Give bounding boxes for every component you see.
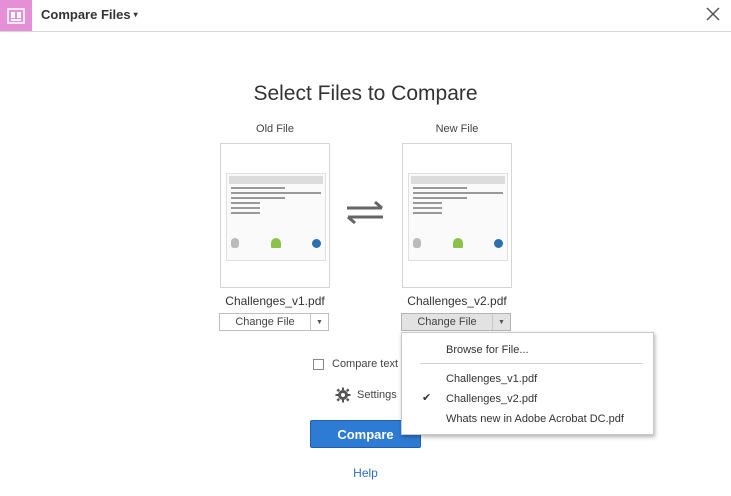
swap-arrows-icon[interactable] [344, 200, 386, 224]
old-change-file-dropdown-icon[interactable]: ▼ [310, 314, 328, 330]
old-file-panel: Old File Challenges_v1.pdf [215, 123, 335, 308]
new-file-panel: New File Challenges_v2.pdf [397, 123, 517, 308]
change-file-dropdown-menu: Browse for File... Challenges_v1.pdf ✔ C… [401, 332, 654, 435]
page-preview [226, 173, 326, 261]
title-bar: Compare Files ▾ [0, 0, 731, 32]
android-logo-icon [270, 238, 281, 248]
new-change-file-split-button: Change File ▼ [401, 313, 511, 331]
platform-logos [231, 234, 321, 252]
compare-icon [7, 7, 25, 24]
gear-icon [335, 387, 351, 403]
checkmark-icon: ✔ [422, 392, 432, 404]
old-file-name: Challenges_v1.pdf [225, 294, 325, 308]
compare-text-option: Compare text o [313, 358, 407, 370]
windows-phone-logo-icon [494, 238, 503, 248]
new-change-file-button[interactable]: Change File [402, 314, 492, 330]
menu-item-challenges-v1[interactable]: Challenges_v1.pdf [446, 373, 537, 385]
windows-phone-logo-icon [312, 238, 321, 248]
android-logo-icon [452, 238, 463, 248]
apple-logo-icon [231, 238, 239, 248]
settings-label: Settings [357, 389, 397, 401]
compare-text-checkbox[interactable] [313, 358, 324, 370]
old-file-label: Old File [256, 123, 294, 135]
apple-logo-icon [413, 238, 421, 248]
browse-for-file-menu-item[interactable]: Browse for File... [446, 344, 529, 356]
old-file-thumbnail[interactable] [220, 143, 330, 288]
new-file-name: Challenges_v2.pdf [407, 294, 507, 308]
platform-logos [413, 234, 503, 252]
settings-button[interactable]: Settings [335, 387, 397, 403]
new-change-file-dropdown-icon[interactable]: ▼ [492, 314, 510, 330]
window-title: Compare Files [41, 7, 131, 22]
page-preview [408, 173, 508, 261]
compare-text-label: Compare text o [332, 358, 408, 370]
new-file-thumbnail[interactable] [402, 143, 512, 288]
old-change-file-split-button: Change File ▼ [219, 313, 329, 331]
help-link[interactable]: Help [0, 466, 731, 480]
compare-files-menu[interactable]: Compare Files ▾ [41, 7, 138, 22]
compare-files-app-icon [0, 0, 32, 31]
old-change-file-button[interactable]: Change File [220, 314, 310, 330]
chevron-down-icon: ▾ [133, 10, 138, 19]
menu-separator [420, 363, 643, 364]
menu-item-challenges-v2[interactable]: Challenges_v2.pdf [446, 393, 537, 405]
new-file-label: New File [435, 123, 479, 135]
page-title: Select Files to Compare [253, 82, 478, 105]
close-icon[interactable] [705, 6, 721, 22]
menu-item-whats-new[interactable]: Whats new in Adobe Acrobat DC.pdf [446, 413, 624, 425]
